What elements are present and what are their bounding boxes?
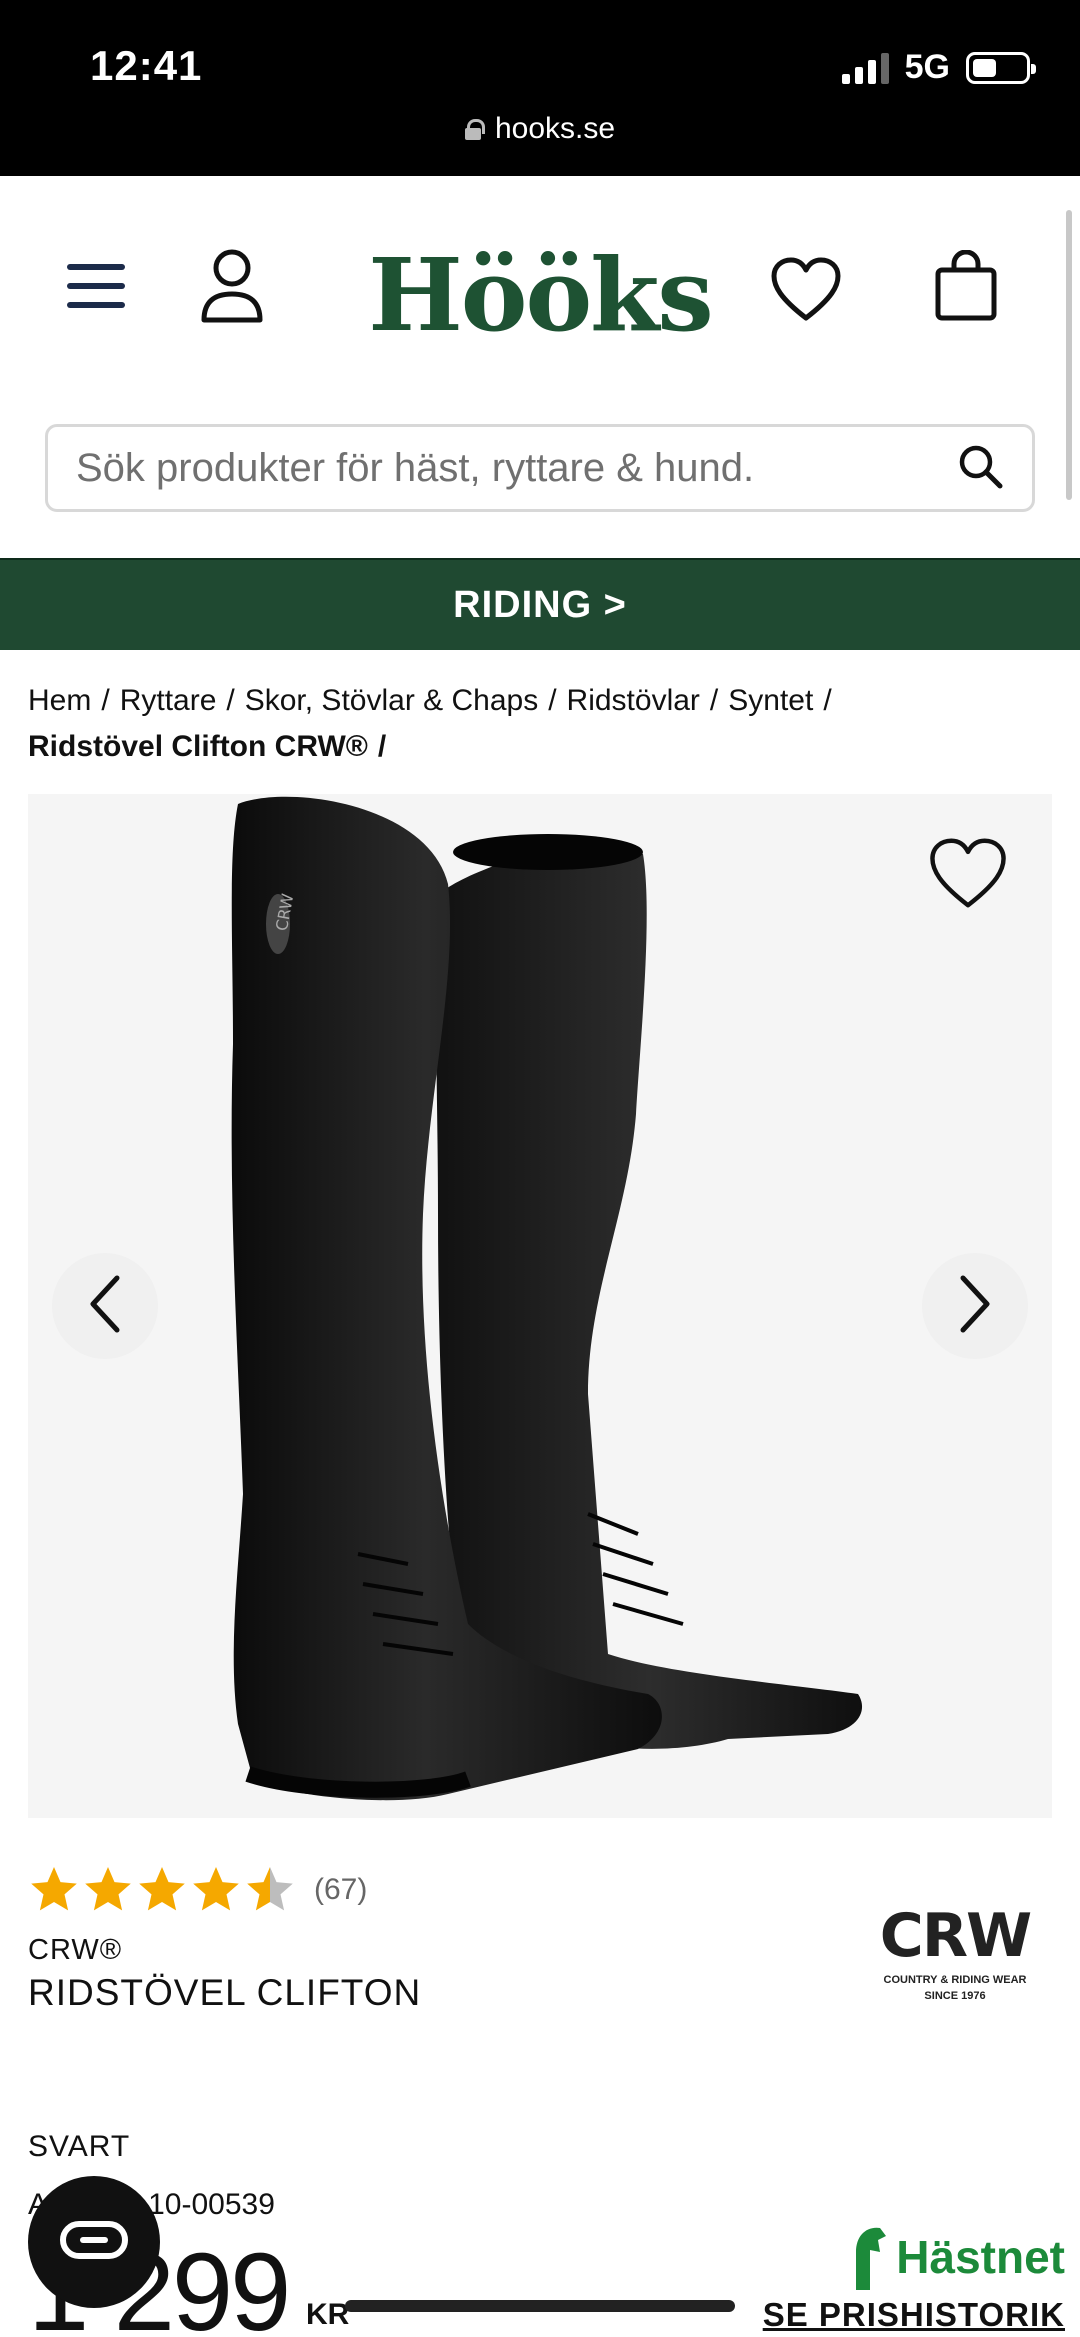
crw-logo-text: CRW (879, 1901, 1032, 1971)
product-image[interactable]: CRW (28, 794, 1052, 1818)
status-bar: 12:41 5G hooks.se (0, 0, 1080, 176)
breadcrumb-separator: / (101, 684, 110, 717)
crw-logo-since: SINCE 1976 (924, 1990, 986, 2002)
chevron-left-icon (85, 1274, 125, 1339)
product-brand[interactable]: CRW® (28, 1934, 122, 1967)
breadcrumb-item-ryttare[interactable]: Ryttare (120, 684, 217, 717)
site-header: Hööks (0, 176, 1080, 556)
star-icon (139, 1867, 185, 1911)
scrollbar[interactable] (1066, 210, 1072, 500)
hastnet-logo: Hästnet (745, 2222, 1065, 2292)
status-indicators: 5G (841, 48, 1036, 87)
star-icon (193, 1867, 239, 1911)
star-icon (85, 1867, 131, 1911)
search-icon[interactable] (956, 442, 1004, 495)
menu-icon[interactable] (60, 250, 132, 322)
star-icon (247, 1867, 293, 1911)
star-icon (31, 1867, 77, 1911)
battery-icon (966, 51, 1036, 84)
lock-icon (464, 119, 485, 140)
breadcrumb-item-ridstovlar[interactable]: Ridstövlar (567, 684, 700, 717)
breadcrumb-separator: / (226, 684, 235, 717)
chat-icon (59, 2220, 129, 2265)
search-bar[interactable] (45, 424, 1035, 512)
breadcrumb-item-hem[interactable]: Hem (28, 684, 91, 717)
riding-banner[interactable]: RIDING > (0, 558, 1080, 650)
hastnet-logo-text: Hästnet (896, 2231, 1065, 2283)
home-indicator[interactable] (345, 2300, 735, 2312)
next-image-button[interactable] (922, 1253, 1028, 1359)
rating-stars (31, 1867, 293, 1911)
address-bar[interactable]: hooks.se (0, 112, 1080, 146)
crw-brand-logo[interactable]: CRW COUNTRY & RIDING WEAR SINCE 1976 (860, 1906, 1050, 2004)
horse-icon (856, 2227, 887, 2290)
account-icon[interactable] (196, 246, 268, 326)
price-currency: KR (306, 2298, 350, 2331)
product-title: RIDSTÖVEL CLIFTON (28, 1972, 422, 2013)
network-label: 5G (904, 48, 950, 86)
url-text: hooks.se (494, 112, 616, 145)
breadcrumb-separator: / (823, 684, 832, 717)
search-input[interactable] (76, 445, 956, 491)
breadcrumb-separator: / (548, 684, 557, 717)
signal-icon (841, 52, 889, 84)
breadcrumb: Hem / Ryttare / Skor, Stövlar & Chaps / Ridstö… (28, 678, 1048, 770)
product-color: SVART (28, 2130, 131, 2163)
product-wishlist-icon[interactable] (928, 836, 1008, 916)
breadcrumb-separator: / (709, 684, 719, 717)
breadcrumb-current: Ridstövel Clifton CRW® (28, 730, 368, 763)
chevron-right-icon (955, 1274, 995, 1339)
review-count[interactable]: (67) (314, 1873, 367, 1907)
crw-logo-tagline: COUNTRY & RIDING WEAR (883, 1974, 1027, 1986)
price-history-link[interactable]: SE PRISHISTORIK (745, 2296, 1065, 2334)
hastnet-widget[interactable]: Hästnet SE PRISHISTORIK (745, 2222, 1065, 2334)
previous-image-button[interactable] (52, 1253, 158, 1359)
cart-icon[interactable] (930, 246, 1002, 326)
breadcrumb-item-skor[interactable]: Skor, Stövlar & Chaps (245, 684, 538, 717)
status-time: 12:41 (90, 42, 203, 89)
breadcrumb-separator: / (377, 730, 387, 763)
riding-boots-image: CRW (231, 796, 863, 1801)
chat-button[interactable] (28, 2176, 160, 2308)
site-logo[interactable]: Hööks (340, 236, 740, 354)
battery-fill (973, 58, 996, 77)
breadcrumb-item-syntet[interactable]: Syntet (728, 684, 813, 717)
wishlist-icon[interactable] (768, 254, 844, 324)
product-rating[interactable]: (67) (28, 1864, 367, 1916)
